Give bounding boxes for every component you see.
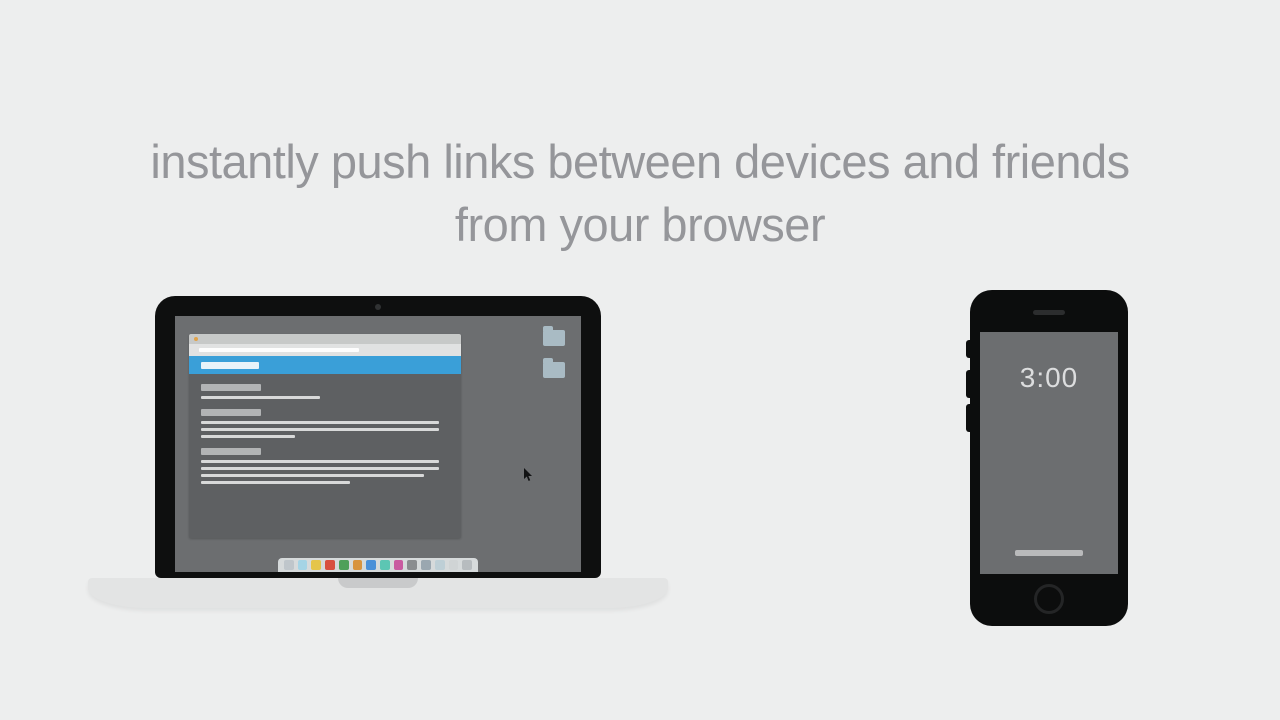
dock-app-icon <box>394 560 404 570</box>
dock-app-icon <box>449 560 459 570</box>
phone-device: 3:00 <box>970 290 1128 626</box>
result-block <box>201 409 449 438</box>
laptop-base <box>88 578 668 608</box>
dock-app-icon <box>284 560 294 570</box>
laptop-trackpad-notch <box>338 578 418 588</box>
dock-app-icon <box>462 560 472 570</box>
headline-line2: from your browser <box>455 198 825 251</box>
dock-app-icon <box>325 560 335 570</box>
address-text-placeholder <box>199 348 359 352</box>
slide-to-unlock-icon <box>1015 550 1083 556</box>
laptop-device <box>155 296 601 578</box>
dock-app-icon <box>421 560 431 570</box>
traffic-light-icon <box>194 337 198 341</box>
dock <box>278 558 478 572</box>
laptop-camera-icon <box>375 304 381 310</box>
selected-link-row <box>189 356 461 374</box>
dock-app-icon <box>366 560 376 570</box>
phone-mute-switch-icon <box>966 340 971 358</box>
phone-screen: 3:00 <box>980 332 1118 574</box>
folder-icon <box>543 362 565 378</box>
dock-app-icon <box>407 560 417 570</box>
dock-app-icon <box>380 560 390 570</box>
page-content <box>189 374 461 500</box>
dock-app-icon <box>353 560 363 570</box>
phone-speaker-icon <box>1033 310 1065 315</box>
browser-window <box>189 334 461 538</box>
selected-link-text <box>201 362 259 369</box>
cursor-icon <box>524 468 534 482</box>
result-block <box>201 448 449 484</box>
phone-volume-up-icon <box>966 370 971 398</box>
folder-icon <box>543 330 565 346</box>
dock-app-icon <box>339 560 349 570</box>
phone-lock-time: 3:00 <box>980 362 1118 394</box>
dock-app-icon <box>298 560 308 570</box>
browser-tab-bar <box>189 334 461 344</box>
headline-line1: instantly push links between devices and… <box>150 135 1129 188</box>
home-button-icon <box>1034 584 1064 614</box>
dock-app-icon <box>311 560 321 570</box>
headline: instantly push links between devices and… <box>0 130 1280 257</box>
dock-app-icon <box>435 560 445 570</box>
browser-address-bar <box>189 344 461 356</box>
result-block <box>201 384 449 399</box>
laptop-screen <box>175 316 581 572</box>
phone-volume-down-icon <box>966 404 971 432</box>
